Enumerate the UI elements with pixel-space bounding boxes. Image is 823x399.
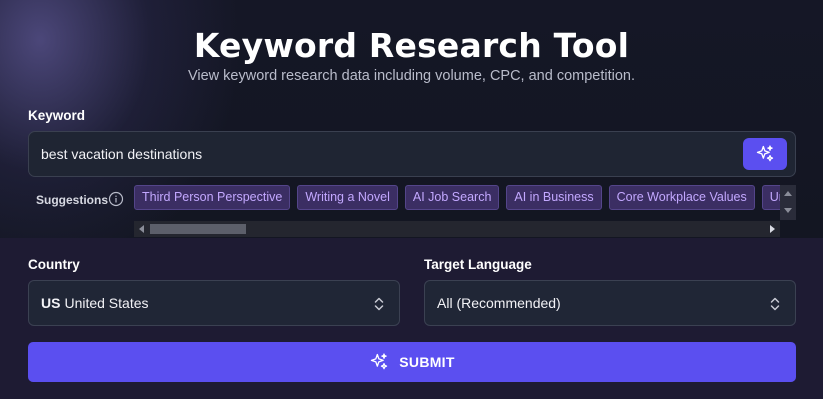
chevron-updown-icon — [374, 297, 384, 311]
suggestion-chip[interactable]: Core Workplace Values — [608, 185, 755, 210]
sparkle-icon — [756, 145, 774, 162]
page-title: Keyword Research Tool — [193, 26, 630, 65]
language-label: Target Language — [424, 257, 532, 272]
suggestions-label: Suggestions — [36, 193, 109, 207]
suggestions-horizontal-scrollbar[interactable] — [134, 221, 780, 237]
suggestion-chips: Third Person Perspective Writing a Novel… — [134, 185, 780, 210]
country-value: US United States — [41, 295, 149, 311]
keyword-label: Keyword — [28, 108, 86, 123]
keyword-input[interactable]: best vacation destinations — [28, 131, 796, 177]
scrollbar-thumb[interactable] — [150, 224, 246, 234]
submit-button[interactable]: SUBMIT — [28, 342, 796, 382]
country-name: United States — [64, 295, 149, 311]
chevron-updown-icon — [770, 297, 780, 311]
page-subtitle: View keyword research data including vol… — [187, 68, 636, 84]
suggestion-chip[interactable]: Universal Design — [761, 185, 780, 210]
country-select[interactable]: US United States — [28, 280, 400, 326]
country-flag: US — [41, 295, 61, 311]
scroll-left-arrow-icon[interactable] — [139, 225, 144, 233]
language-value: All (Recommended) — [437, 295, 561, 311]
suggestion-chip[interactable]: Writing a Novel — [297, 185, 398, 210]
suggestions-vertical-scrollbar[interactable] — [780, 185, 796, 220]
submit-label: SUBMIT — [399, 354, 455, 370]
suggestion-chips-viewport: Third Person Perspective Writing a Novel… — [134, 185, 780, 211]
country-label: Country — [28, 257, 80, 272]
language-select[interactable]: All (Recommended) — [424, 280, 796, 326]
info-icon[interactable] — [108, 191, 124, 207]
scroll-down-arrow-icon[interactable] — [784, 208, 792, 213]
suggestion-chip[interactable]: AI Job Search — [404, 185, 500, 210]
scroll-right-arrow-icon[interactable] — [770, 225, 775, 233]
suggestion-chip[interactable]: Third Person Perspective — [134, 185, 291, 210]
suggestion-chip[interactable]: AI in Business — [506, 185, 602, 210]
ai-suggest-button[interactable] — [743, 138, 787, 170]
scroll-up-arrow-icon[interactable] — [784, 191, 792, 196]
sparkle-icon — [371, 353, 388, 370]
keyword-value[interactable]: best vacation destinations — [41, 146, 202, 162]
